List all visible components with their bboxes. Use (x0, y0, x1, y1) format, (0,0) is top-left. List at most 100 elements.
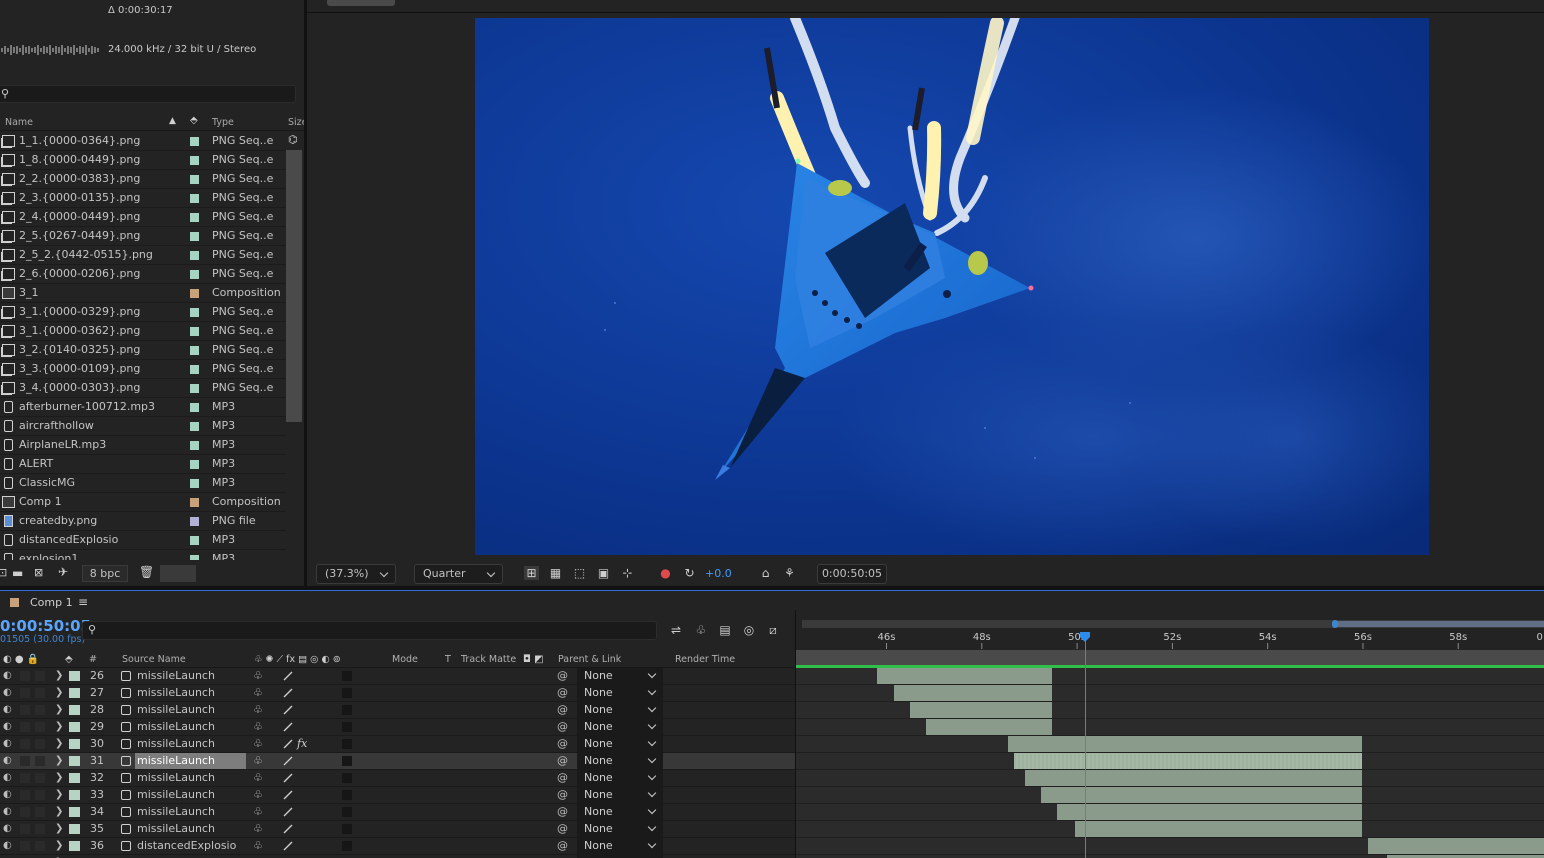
layer-track[interactable] (796, 821, 1544, 838)
color-swatch[interactable] (160, 565, 196, 582)
parent-dropdown[interactable]: None (577, 753, 663, 769)
quality-switch-icon[interactable] (282, 789, 294, 801)
project-item[interactable]: 3_4.{0000-0303}.png PNG Seq..e (0, 379, 286, 398)
project-scrollbar[interactable] (286, 150, 302, 422)
lock-switch[interactable] (35, 824, 45, 834)
label-tag-icon[interactable]: ⬘ (190, 115, 198, 126)
quality-switch-icon[interactable] (282, 840, 294, 852)
lock-switch[interactable] (35, 688, 45, 698)
bit-depth-button[interactable]: 8 bpc (82, 565, 128, 582)
solo-switch[interactable] (20, 705, 30, 715)
audio-toggle-icon[interactable]: ◐ (3, 685, 12, 701)
shy-switch-icon[interactable]: ♧ (253, 787, 263, 803)
shy-switch-icon[interactable]: ♧ (253, 770, 263, 786)
layer-label-color[interactable] (69, 773, 80, 783)
layer-list[interactable]: ◐ ❯ 26 missileLaunch ♧ @ None ◐ ❯ 27 missileLaunch… (0, 668, 795, 858)
column-render-time[interactable]: Render Time (675, 654, 735, 665)
parent-dropdown[interactable]: None (577, 685, 663, 701)
label-color-swatch[interactable] (190, 384, 199, 393)
adjustment-switch[interactable] (342, 722, 352, 732)
lock-switch[interactable] (35, 807, 45, 817)
frame-blending-icon[interactable]: ▤ (717, 623, 733, 639)
shy-switch-icon[interactable]: ♧ (253, 685, 263, 701)
solo-switch[interactable] (20, 722, 30, 732)
layer-label-color[interactable] (69, 841, 80, 851)
label-color-swatch[interactable] (190, 346, 199, 355)
project-item[interactable]: distancedExplosio MP3 (0, 531, 286, 550)
audio-toggle-icon[interactable]: ◐ (3, 804, 12, 820)
label-color-swatch[interactable] (190, 251, 199, 260)
project-item[interactable]: createdby.png PNG file (0, 512, 286, 531)
comp-flowchart-icon[interactable]: ⇌ (668, 623, 684, 639)
layer-label-color[interactable] (69, 722, 80, 732)
project-item[interactable]: Comp 1 Composition (0, 493, 286, 512)
matte-icons[interactable]: ◘ ◩ (523, 654, 544, 665)
pick-whip-icon[interactable]: @ (557, 685, 568, 701)
label-color-swatch[interactable] (190, 213, 199, 222)
show-snapshot-icon[interactable]: ⚘ (782, 566, 797, 580)
layer-source-name[interactable]: missileLaunch (135, 719, 246, 735)
solo-switch[interactable] (20, 790, 30, 800)
reset-exposure-icon[interactable]: ↻ (682, 566, 697, 580)
shy-switch-icon[interactable]: ♧ (253, 668, 263, 684)
viewer-tab[interactable] (327, 0, 395, 6)
parent-dropdown[interactable]: None (577, 787, 663, 803)
adjustment-switch[interactable] (342, 773, 352, 783)
quality-switch-icon[interactable] (282, 687, 294, 699)
layer-row[interactable]: ◐ ❯ 28 missileLaunch ♧ @ None (0, 702, 795, 719)
project-item[interactable]: 1_1.{0000-0364}.png PNG Seq..e (0, 132, 286, 151)
layer-track[interactable] (796, 668, 1544, 685)
resolution-dropdown[interactable]: Quarter (414, 564, 503, 584)
label-color-swatch[interactable] (190, 517, 199, 526)
adjustment-switch[interactable] (342, 756, 352, 766)
solo-switch[interactable] (20, 807, 30, 817)
twirl-chevron-icon[interactable]: ❯ (55, 804, 63, 820)
project-item[interactable]: 3_2.{0140-0325}.png PNG Seq..e (0, 341, 286, 360)
lock-switch[interactable] (35, 756, 45, 766)
project-item[interactable]: 2_4.{0000-0449}.png PNG Seq..e (0, 208, 286, 227)
layer-source-name[interactable]: missileLaunch (135, 736, 246, 752)
layer-duration-bar[interactable] (1014, 753, 1362, 769)
layer-switches-icons[interactable]: ♧ ✺ ⟋ fx ▤ ◎ ◐ ⊚ (254, 654, 341, 665)
project-item[interactable]: 3_3.{0000-0109}.png PNG Seq..e (0, 360, 286, 379)
layer-row[interactable]: ◐ ❯ 32 missileLaunch ♧ @ None (0, 770, 795, 787)
label-color-swatch[interactable] (190, 460, 199, 469)
column-number[interactable]: # (89, 654, 97, 665)
layer-source-name[interactable]: missileLaunch (135, 753, 246, 769)
pick-whip-icon[interactable]: @ (557, 668, 568, 684)
layer-source-name[interactable]: missileLaunch (135, 685, 246, 701)
quality-switch-icon[interactable] (282, 670, 294, 682)
label-color-swatch[interactable] (190, 137, 199, 146)
twirl-chevron-icon[interactable]: ❯ (55, 685, 63, 701)
quality-switch-icon[interactable] (282, 806, 294, 818)
column-type[interactable]: Type (212, 117, 234, 128)
project-item[interactable]: ClassicMG MP3 (0, 474, 286, 493)
column-name[interactable]: Name (5, 117, 33, 128)
layer-label-color[interactable] (69, 671, 80, 681)
pick-whip-icon[interactable]: @ (557, 753, 568, 769)
layer-source-name[interactable]: missileLaunch (135, 804, 246, 820)
parent-dropdown[interactable]: None (577, 719, 663, 735)
layer-duration-bar[interactable] (926, 719, 1052, 735)
audio-toggle-icon[interactable]: ◐ (3, 821, 12, 837)
layer-row[interactable]: ◐ ❯ 33 missileLaunch ♧ @ None (0, 787, 795, 804)
guides-icon[interactable]: ⊹ (620, 566, 635, 580)
adjustment-switch[interactable] (342, 841, 352, 851)
parent-dropdown[interactable]: None (577, 668, 663, 684)
layer-row[interactable]: ◐ ❯ 29 missileLaunch ♧ @ None (0, 719, 795, 736)
pick-whip-icon[interactable]: @ (557, 770, 568, 786)
project-item[interactable]: 2_6.{0000-0206}.png PNG Seq..e (0, 265, 286, 284)
twirl-chevron-icon[interactable]: ❯ (55, 787, 63, 803)
layer-row[interactable]: ◐ ❯ 31 missileLaunch ♧ @ None (0, 753, 795, 770)
trash-icon[interactable]: 🗑 (139, 565, 154, 579)
lock-switch[interactable] (35, 773, 45, 783)
audio-toggle-icon[interactable]: ◐ (3, 702, 12, 718)
layer-track[interactable] (796, 787, 1544, 804)
project-item[interactable]: 2_2.{0000-0383}.png PNG Seq..e (0, 170, 286, 189)
quality-switch-icon[interactable] (282, 704, 294, 716)
timeline-timecode[interactable]: 0:00:50:05 (0, 617, 91, 635)
audio-video-switch-icon[interactable]: ◐ ● 🔒 (3, 654, 39, 665)
pick-whip-icon[interactable]: @ (557, 719, 568, 735)
adjustment-switch[interactable] (342, 739, 352, 749)
current-time-indicator[interactable] (1085, 632, 1087, 858)
